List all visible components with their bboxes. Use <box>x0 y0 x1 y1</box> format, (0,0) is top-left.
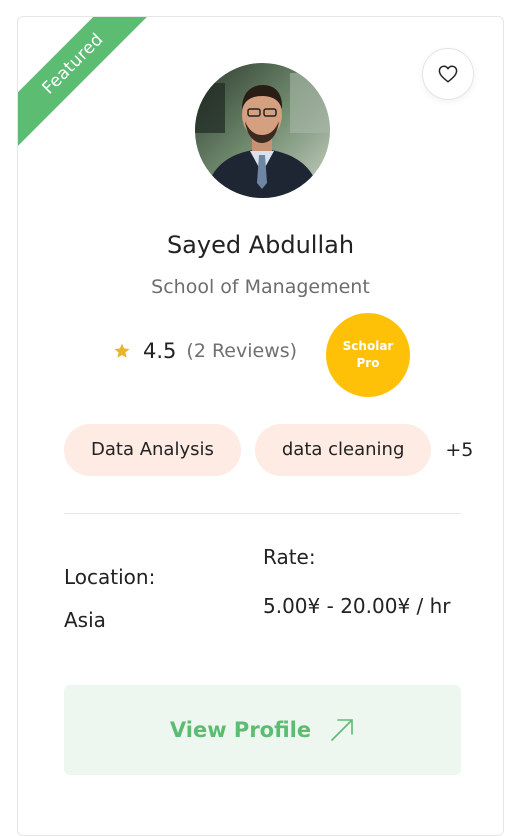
featured-ribbon: Featured <box>18 17 158 152</box>
rate-label: Rate: <box>263 545 316 569</box>
favorite-button[interactable] <box>422 48 474 100</box>
rate-value: 5.00¥ - 20.00¥ / hr <box>263 594 451 618</box>
badge-line2: Pro <box>356 356 380 370</box>
location-label: Location: <box>64 565 156 589</box>
star-icon <box>114 343 130 358</box>
skill-tags: Data Analysis data cleaning +5 <box>64 424 473 476</box>
arrow-up-right-icon <box>329 717 355 743</box>
rating-score: 4.5 <box>143 339 177 363</box>
tag-data-cleaning[interactable]: data cleaning <box>254 424 432 476</box>
tag-data-analysis[interactable]: Data Analysis <box>64 424 241 476</box>
tutor-name: Sayed Abdullah <box>166 231 355 259</box>
more-tags-count[interactable]: +5 <box>445 439 473 461</box>
avatar <box>195 63 330 198</box>
view-profile-button[interactable]: View Profile <box>64 685 461 775</box>
avatar-photo <box>195 63 330 198</box>
tutor-card: Featured Sayed Abdullah School of Manage… <box>17 16 504 836</box>
divider <box>64 513 461 514</box>
rating: 4.5 (2 Reviews) <box>113 339 297 363</box>
view-profile-label: View Profile <box>169 718 312 742</box>
scholar-pro-badge: Scholar Pro <box>326 313 410 397</box>
featured-ribbon-wrap: Featured <box>18 17 158 157</box>
location-value: Asia <box>64 608 106 632</box>
rating-reviews: (2 Reviews) <box>186 340 298 362</box>
badge-line1: Scholar <box>342 339 394 353</box>
tutor-school: School of Management <box>151 276 370 298</box>
heart-icon <box>438 65 458 83</box>
